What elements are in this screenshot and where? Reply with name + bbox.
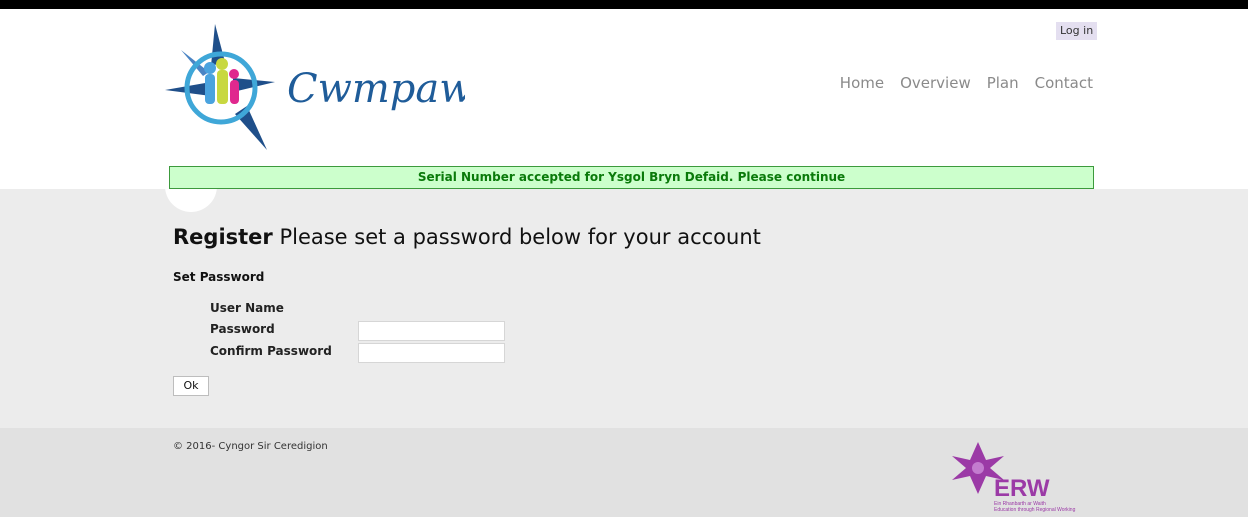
confirm-password-label: Confirm Password — [210, 344, 332, 358]
compass-icon — [165, 24, 275, 150]
nav-plan[interactable]: Plan — [987, 74, 1019, 92]
top-bar — [0, 0, 1248, 9]
status-message: Serial Number accepted for Ysgol Bryn De… — [169, 166, 1094, 189]
erw-tagline-2: Education through Regional Working — [994, 507, 1076, 513]
nav-contact[interactable]: Contact — [1035, 74, 1093, 92]
erw-logo-text: ERW — [994, 475, 1050, 502]
brand-name: Cwmpawd — [287, 66, 465, 112]
title-bold: Register — [173, 225, 273, 249]
page-title: Register Please set a password below for… — [173, 225, 761, 249]
login-button[interactable]: Log in — [1056, 22, 1098, 40]
password-input[interactable] — [358, 321, 505, 341]
section-heading: Set Password — [173, 270, 265, 284]
erw-logo[interactable]: ERW Ein Rhanbarth ar Waith Education thr… — [944, 440, 1104, 514]
cwmpawd-logo[interactable]: Cwmpawd — [165, 22, 465, 152]
main-nav: Home Overview Plan Contact — [840, 74, 1093, 92]
copyright-text: © 2016- Cyngor Sir Ceredigion — [173, 441, 328, 452]
nav-overview[interactable]: Overview — [900, 74, 971, 92]
nav-home[interactable]: Home — [840, 74, 884, 92]
password-label: Password — [210, 322, 275, 336]
confirm-password-input[interactable] — [358, 343, 505, 363]
title-subtitle: Please set a password below for your acc… — [272, 225, 761, 249]
ok-button[interactable]: Ok — [173, 376, 209, 396]
username-label: User Name — [210, 301, 284, 315]
